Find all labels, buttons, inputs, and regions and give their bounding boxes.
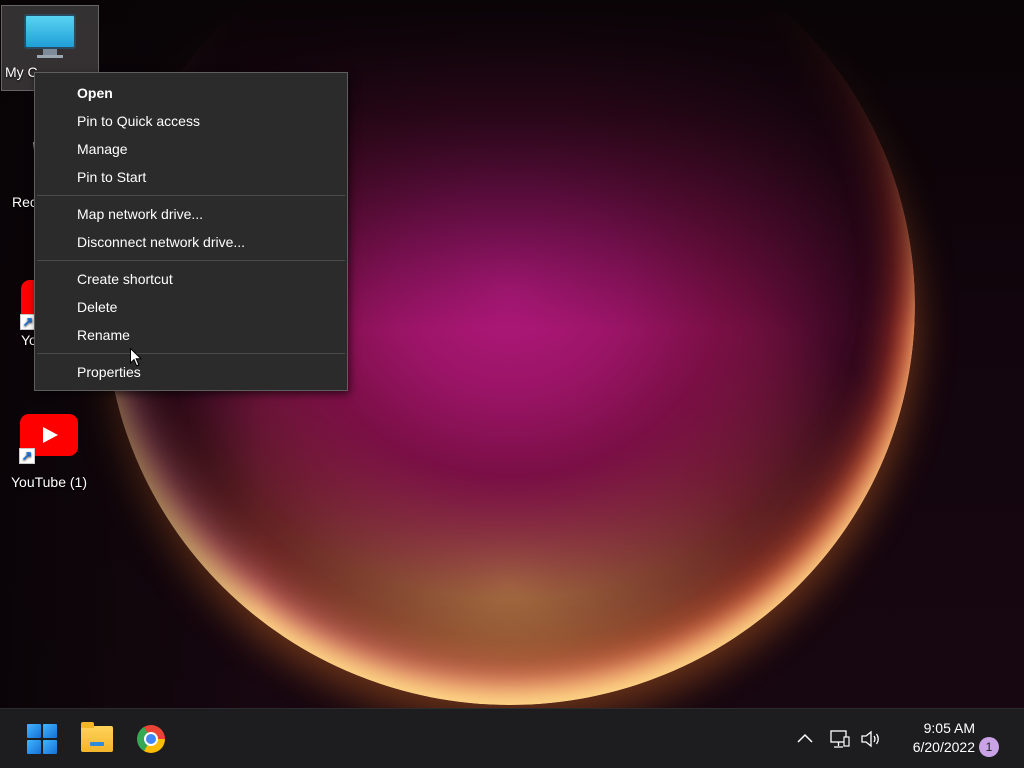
clock-date: 6/20/2022 [912, 739, 975, 755]
monitor-icon [24, 14, 76, 60]
menu-item-pin-to-quick-access[interactable]: Pin to Quick access [35, 107, 347, 135]
volume-icon[interactable] [859, 728, 883, 750]
notification-badge[interactable]: 1 [979, 737, 999, 757]
chevron-up-icon[interactable] [794, 728, 816, 750]
start-button[interactable] [22, 719, 62, 759]
file-explorer-icon [81, 722, 113, 752]
menu-separator [37, 195, 345, 196]
menu-item-pin-to-start[interactable]: Pin to Start [35, 163, 347, 191]
mouse-cursor-icon [130, 348, 142, 367]
menu-item-create-shortcut[interactable]: Create shortcut [35, 265, 347, 293]
desktop-icon-youtube-1[interactable]: ↗ YouTube (1) [0, 414, 98, 494]
menu-separator [37, 260, 345, 261]
menu-item-disconnect-network-drive[interactable]: Disconnect network drive... [35, 228, 347, 256]
menu-item-manage[interactable]: Manage [35, 135, 347, 163]
chrome-icon [137, 725, 165, 753]
taskbar: 9:05 AM 6/20/2022 1 [0, 708, 1024, 768]
context-menu: Open Pin to Quick access Manage Pin to S… [34, 72, 348, 391]
taskbar-clock[interactable]: 9:05 AM 6/20/2022 [895, 719, 975, 757]
menu-item-map-network-drive[interactable]: Map network drive... [35, 200, 347, 228]
windows-start-icon [27, 724, 57, 754]
file-explorer-button[interactable] [77, 719, 117, 759]
menu-item-properties[interactable]: Properties [35, 358, 347, 386]
network-icon[interactable] [829, 728, 851, 750]
menu-item-rename[interactable]: Rename [35, 321, 347, 349]
clock-time: 9:05 AM [923, 720, 975, 736]
chrome-button[interactable] [131, 719, 171, 759]
menu-item-delete[interactable]: Delete [35, 293, 347, 321]
desktop-icon-label: YouTube (1) [10, 474, 87, 490]
shortcut-arrow-icon: ↗ [19, 448, 35, 464]
menu-separator [37, 353, 345, 354]
menu-item-open[interactable]: Open [35, 79, 347, 107]
